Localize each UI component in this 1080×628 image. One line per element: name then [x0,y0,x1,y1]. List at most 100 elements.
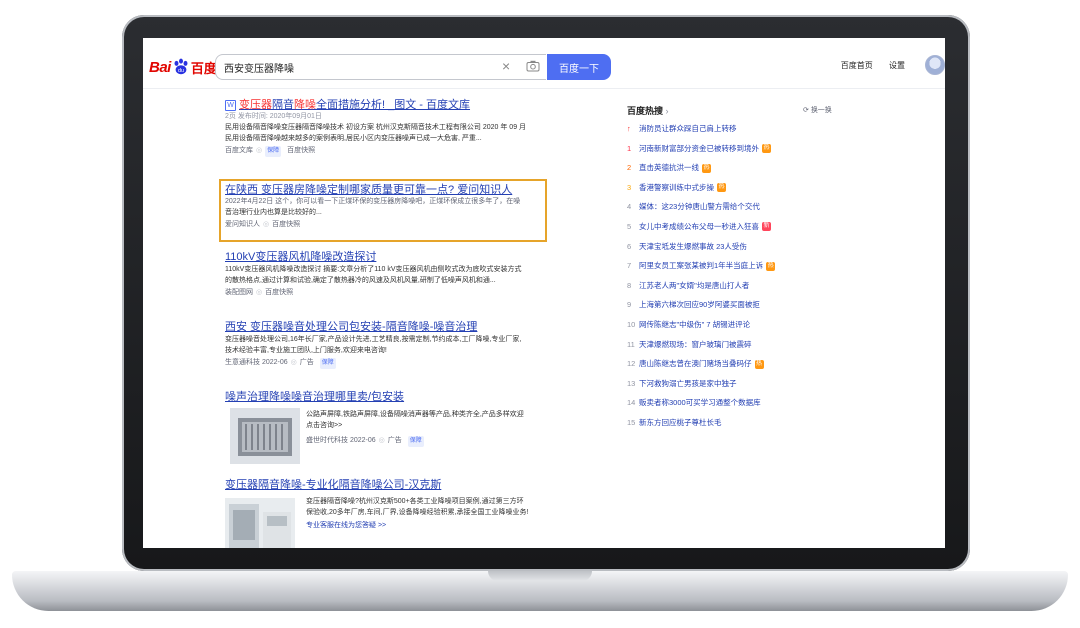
hot-search-item[interactable]: 15 新东方回应桃子尊杜长毛 [627,416,847,436]
hot-rank: 6 [627,241,632,251]
result-1: W 变压器隔音降噪全面措施分析! _图文 - 百度文库 2页 发布时间: 2020… [225,98,555,157]
hot-search-item[interactable]: 11 天津爆燃现场：窗户玻璃门被震碎 [627,338,847,358]
guarantee-badge: 保障 [319,358,336,369]
hot-rank: 13 [627,378,636,388]
hot-search-text: 直击英德抗洪一线 [639,163,699,173]
result-4-source: 生意通科技 2022-06 ◎ 广告 保障 [225,357,555,369]
result-4-text-2: 技术经验丰富,专业施工团队,上门服务,欢迎来电咨询! [225,347,387,354]
close-icon[interactable]: × [502,59,516,73]
hot-rank: 7 [627,261,632,271]
hot-search-item[interactable]: 2 直击英德抗洪一线热 [627,161,847,181]
result-3-text-2: 的散热格点,通过计算和试验,确定了散热器冷的风速及风机风量,研制了低噪声风机和通… [225,277,496,284]
hot-search-item[interactable]: 5 女儿中考成绩公布父母一秒进入狂喜新 [627,220,847,240]
guarantee-badge: 保障 [407,436,424,447]
result-2-source: 爱问知识人 ◎ 百度快照 [225,221,301,228]
camera-icon[interactable] [526,60,540,72]
hot-search-item[interactable]: 10 网传陈继志"中级伤" 7 胡锡进评论 [627,318,847,338]
settings-link[interactable]: 设置 [889,61,905,70]
result-3-source: 装配图网 ◎ 百度快照 [225,289,294,296]
result-2-title[interactable]: 在陕西 变压器房降噪定制哪家质量更可靠一点? 爱问知识人 [225,183,543,197]
result-5: 噪声治理降噪噪音治理哪里卖/包安装 公路声屏障,铁路声屏障,设备隔噪消声器等产品… [225,390,555,465]
snapshot-link[interactable]: 百度快照 [287,147,315,154]
search-box: × [215,54,546,80]
result-6-body: 变压器隔音降噪?杭州汉克斯500+各类工业降噪项目案例,通过第三方环 保验收,2… [306,496,551,531]
avatar[interactable] [925,55,945,75]
hot-search-text: 下河救狗溺亡男孩是家中独子 [639,378,737,388]
top-links: 百度首页 设置 [827,60,905,71]
search-button[interactable]: 百度一下 [547,54,611,80]
hot-badge: 热 [702,163,711,173]
hot-badge: 热 [717,183,726,193]
refresh-button[interactable]: ⟳ 换一换 [803,105,832,115]
hot-search-item[interactable]: 6 天津宝坻发生爆燃事故 23人受伤 [627,240,847,260]
hot-badge: 热 [762,144,771,154]
logo-du: 百度 [190,60,217,76]
hot-search-text: 阿里女员工案张某被判1年半当庭上诉 [639,261,764,271]
hot-search-item[interactable]: 8 江苏老人两"女婿"均是唐山打人者 [627,279,847,299]
result-4-text-1: 变压器噪音处理公司,16年长厂家,产品设计先进,工艺精良,按需定制,节约成本,工… [225,336,522,343]
hot-search-text: 天津宝坻发生爆燃事故 23人受伤 [639,241,747,251]
result-5-title[interactable]: 噪声治理降噪噪音治理哪里卖/包安装 [225,390,555,404]
result-5-body: 公路声屏障,铁路声屏障,设备隔噪消声器等产品,种类齐全,产品多样欢迎 点击咨询>… [306,409,546,447]
guarantee-badge: 保障 [265,146,282,157]
result-6-title[interactable]: 变压器隔音降噪-专业化隔音降噪公司-汉克斯 [225,478,555,492]
result-6-text-1: 变压器隔音降噪?杭州汉克斯500+各类工业降噪项目案例,通过第三方环 [306,498,524,505]
search-header: Bai du 百度 × 百度一下 百度首页 设置 [143,38,945,89]
result-3-title[interactable]: 110kV变压器风机降噪改造探讨 [225,250,555,264]
hot-search-item[interactable]: 3 香港警察训练中式步操热 [627,181,847,201]
baidu-home-link[interactable]: 百度首页 [841,61,873,70]
hot-search-text: 媒体：这23分钟唐山警方需给个交代 [639,202,760,212]
hot-search-text: 新东方回应桃子尊杜长毛 [639,417,722,427]
snapshot-link[interactable]: 百度快照 [272,221,300,228]
hot-search-list: ↑ 消防员让群众踩自己肩上转移 1 河南新财富部分资金已被转移到境外热 2 直击英德抗洪一… [627,122,847,436]
browser-screen: Bai du 百度 × 百度一下 百度首页 设置 [143,38,945,548]
logo-bai: Bai [149,58,171,76]
result-1-text-1: 民用设备隔音降噪变压器隔音降噪技术 初设方案 杭州汉克斯隔音技术工程有限公司 2… [225,124,527,131]
hot-search-item[interactable]: ↑ 消防员让群众踩自己肩上转移 [627,122,847,142]
hot-rank: 12 [627,359,636,369]
hot-rank: 10 [627,319,636,329]
result-5-source: 盛世时代科技 2022-06 ◎ 广告 保障 [306,435,546,447]
pin-icon: ↑ [627,124,631,133]
search-input[interactable] [224,55,484,79]
hot-search-text: 上海第六梯次回应90岁阿婆买面被拒 [639,300,760,310]
hot-badge: 热 [754,359,764,369]
new-badge: 新 [762,222,771,232]
wenku-icon: W [225,99,236,111]
result-1-source: 百度文库 ◎ 保障 百度快照 [225,145,555,157]
hot-search-item[interactable]: 4 媒体：这23分钟唐山警方需给个交代 [627,200,847,220]
hot-rank: 11 [627,339,635,349]
result-6-consult-link[interactable]: 专业客服在线为您答疑 >> [306,520,551,531]
hot-search-item[interactable]: 7 阿里女员工案张某被判1年半当庭上诉热 [627,259,847,279]
ad-label: 广告 [387,437,402,444]
hot-search-text: 河南新财富部分资金已被转移到境外 [639,143,759,153]
result-4: 西安 变压器噪音处理公司包安装-隔音降噪-噪音治理 变压器噪音处理公司,16年长… [225,320,555,369]
hot-rank: 14 [627,398,636,408]
hot-search-panel: 百度热搜 › ⟳ 换一换 ↑ 消防员让群众踩自己肩上转移 1 河南新财富部分资金已被转… [627,104,847,436]
hot-search-item[interactable]: 14 贩卖者称3000可买学习通整个数据库 [627,396,847,416]
hot-search-item[interactable]: 13 下河救狗溺亡男孩是家中独子 [627,377,847,397]
hot-search-item[interactable]: 1 河南新财富部分资金已被转移到境外热 [627,142,847,162]
paw-icon: du [174,58,188,75]
hot-search-text: 唐山陈继志曾在澳门赌场当叠码仔 [639,359,752,369]
laptop-base [12,571,1068,611]
result-2: 在陕西 变压器房降噪定制哪家质量更可靠一点? 爱问知识人 2022年4月22日 … [225,183,543,230]
hot-badge: 热 [766,261,776,271]
hot-search-item[interactable]: 9 上海第六梯次回应90岁阿婆买面被拒 [627,298,847,318]
hot-rank: 8 [627,280,632,290]
hot-search-text: 贩卖者称3000可买学习通整个数据库 [639,398,761,408]
result-1-title[interactable]: W 变压器隔音降噪全面措施分析! _图文 - 百度文库 [225,98,555,112]
hot-rank: 3 [627,182,632,192]
ad-label: 广告 [299,359,314,366]
hot-search-text: 消防员让群众踩自己肩上转移 [639,124,737,133]
result-4-title[interactable]: 西安 变压器噪音处理公司包安装-隔音降噪-噪音治理 [225,320,555,334]
thumbnail-noise-barrier[interactable] [230,408,300,464]
thumbnail-transformer-room[interactable] [225,498,295,548]
result-1-text-2: 民用设备隔音降噪越来越多的案例表明,居民小区内变压器噪声已成一大危害, 严重..… [225,135,482,142]
result-5-text-2: 点击咨询>> [306,422,343,429]
hot-search-item[interactable]: 12 唐山陈继志曾在澳门赌场当叠码仔热 [627,357,847,377]
baidu-logo[interactable]: Bai du 百度 [149,56,217,78]
result-6: 变压器隔音降噪-专业化隔音降噪公司-汉克斯 变压器隔音降噪?杭州汉克斯500+各… [225,478,555,548]
hot-rank: 5 [627,221,632,231]
snapshot-link[interactable]: 百度快照 [265,289,293,296]
